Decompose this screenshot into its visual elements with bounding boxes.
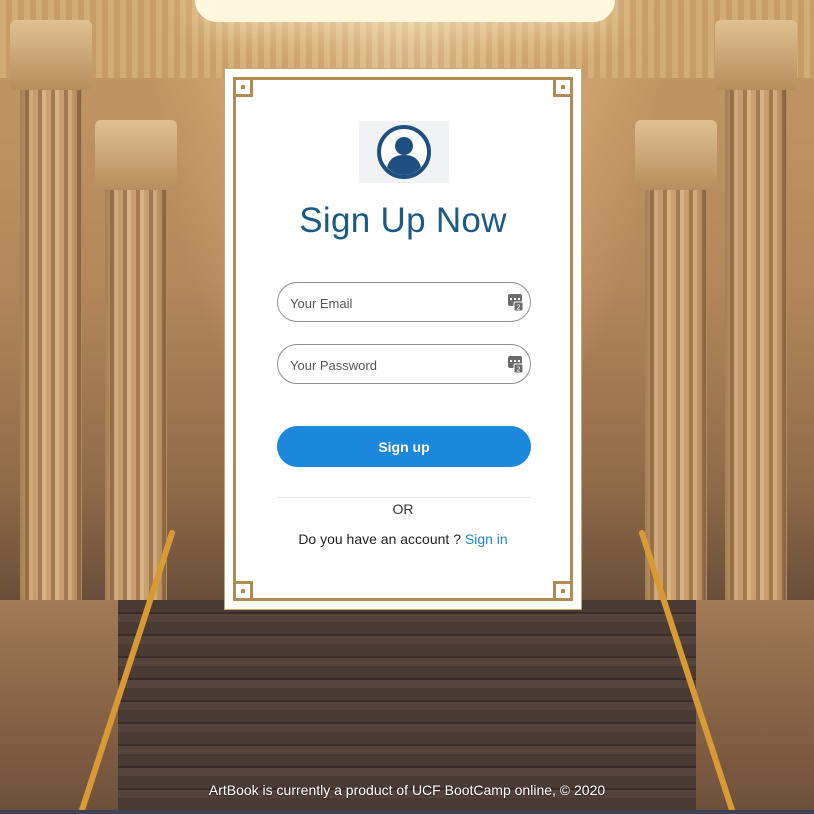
svg-text:2: 2 bbox=[516, 366, 520, 374]
signup-button[interactable]: Sign up bbox=[277, 426, 531, 467]
user-avatar-icon bbox=[359, 121, 449, 183]
frame-corner bbox=[233, 77, 253, 97]
frame-corner bbox=[553, 77, 573, 97]
svg-text:2: 2 bbox=[516, 304, 520, 312]
password-field[interactable]: 2 bbox=[277, 344, 531, 385]
email-input[interactable] bbox=[288, 283, 502, 323]
password-manager-key-icon[interactable]: 2 bbox=[507, 355, 524, 379]
password-manager-key-icon[interactable]: 2 bbox=[507, 293, 524, 317]
frame-corner bbox=[233, 581, 253, 601]
footer-text: ArtBook is currently a product of UCF Bo… bbox=[208, 782, 606, 798]
frame-corner bbox=[553, 581, 573, 601]
divider bbox=[277, 497, 531, 498]
account-prompt-text: Do you have an account ? bbox=[298, 531, 461, 547]
or-separator: OR bbox=[392, 501, 414, 517]
signin-link[interactable]: Sign in bbox=[465, 531, 508, 547]
password-input[interactable] bbox=[288, 345, 502, 385]
page-title: Sign Up Now bbox=[299, 201, 507, 240]
signup-card: Sign Up Now 2 2 Sig bbox=[224, 68, 582, 610]
email-field[interactable]: 2 bbox=[277, 282, 531, 323]
signin-prompt: Do you have an account ? Sign in bbox=[225, 531, 581, 547]
